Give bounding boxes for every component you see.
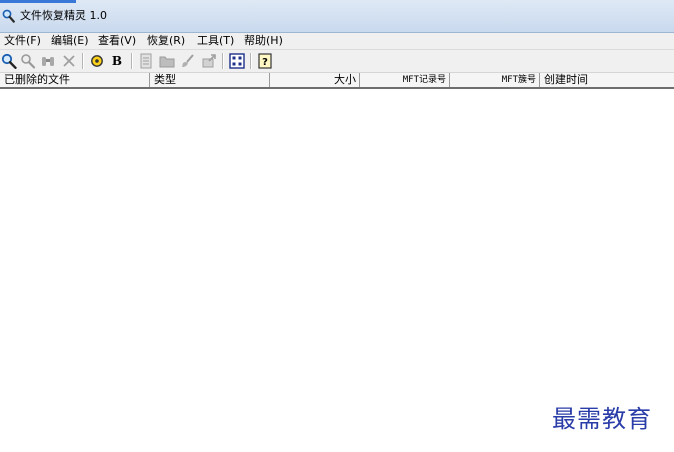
help-icon-label: ? [262, 57, 268, 68]
target-icon[interactable] [88, 52, 106, 70]
toolbar: B ? [0, 50, 674, 73]
column-created-time[interactable]: 创建时间 [540, 73, 674, 87]
folder-icon[interactable] [158, 52, 176, 70]
title-bar: 文件恢复精灵 1.0 [0, 0, 674, 33]
title-accent [0, 0, 76, 3]
column-deleted-files[interactable]: 已删除的文件 [0, 73, 150, 87]
document-icon[interactable] [137, 52, 155, 70]
toolbar-separator [82, 53, 84, 69]
column-mft-record[interactable]: MFT记录号 [360, 73, 450, 87]
toolbar-separator [250, 53, 252, 69]
app-search-icon [2, 9, 15, 23]
grid-icon[interactable] [228, 52, 246, 70]
close-icon[interactable] [60, 52, 78, 70]
column-size[interactable]: 大小 [270, 73, 360, 87]
column-header: 已删除的文件 类型 大小 MFT记录号 MFT簇号 创建时间 [0, 73, 674, 89]
menu-view[interactable]: 查看(V) [98, 34, 136, 48]
binoculars-icon[interactable] [39, 52, 57, 70]
window-title: 文件恢复精灵 1.0 [20, 9, 107, 22]
scan-search-icon[interactable] [0, 52, 18, 70]
column-type[interactable]: 类型 [150, 73, 270, 87]
watermark-text: 最需教育 [552, 405, 652, 433]
bold-b-icon[interactable]: B [108, 52, 126, 70]
menu-file[interactable]: 文件(F) [4, 34, 41, 48]
menu-recover[interactable]: 恢复(R) [147, 34, 185, 48]
menu-tools[interactable]: 工具(T) [197, 34, 234, 48]
menu-edit[interactable]: 编辑(E) [51, 34, 89, 48]
column-mft-cluster[interactable]: MFT簇号 [450, 73, 540, 87]
menu-bar: 文件(F) 编辑(E) 查看(V) 恢复(R) 工具(T) 帮助(H) [0, 33, 674, 50]
toolbar-separator [131, 53, 133, 69]
toolbar-separator [222, 53, 224, 69]
help-icon[interactable]: ? [256, 52, 274, 70]
menu-help[interactable]: 帮助(H) [244, 34, 283, 48]
brush-icon[interactable] [179, 52, 197, 70]
file-list[interactable] [0, 89, 674, 452]
export-icon[interactable] [200, 52, 218, 70]
search-icon[interactable] [19, 52, 37, 70]
